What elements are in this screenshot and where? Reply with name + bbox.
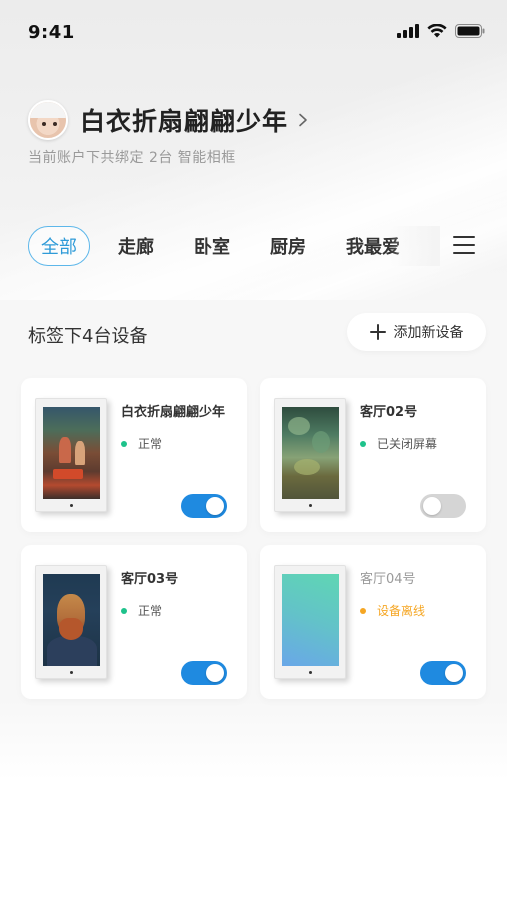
wifi-icon: [427, 24, 447, 38]
tabs-fade: [390, 226, 440, 266]
device-power-toggle[interactable]: [420, 494, 466, 518]
device-status: 设备离线: [360, 602, 425, 619]
device-frame-thumbnail: [274, 398, 346, 512]
device-name: 白衣折扇翩翩少年: [121, 405, 226, 420]
device-card[interactable]: 白衣折扇翩翩少年 正常: [21, 378, 247, 532]
chevron-right-icon[interactable]: [296, 113, 310, 127]
device-name: 客厅04号: [360, 572, 416, 587]
section-title: 标签下4台设备: [28, 326, 148, 347]
device-status-text: 设备离线: [377, 604, 426, 618]
tab-kitchen[interactable]: 厨房: [270, 233, 306, 259]
bottom-background: [0, 700, 507, 900]
device-frame-thumbnail: [35, 565, 107, 679]
menu-icon[interactable]: [453, 236, 475, 256]
status-bar: 9:41: [0, 0, 507, 60]
painting-image: [282, 407, 339, 499]
device-power-toggle[interactable]: [181, 661, 227, 685]
device-status-text: 正常: [138, 604, 163, 618]
profile-name: 白衣折扇翩翩少年: [80, 107, 289, 136]
status-dot: [360, 440, 366, 447]
device-name: 客厅03号: [121, 572, 179, 587]
device-status: 已关闭屏幕: [360, 435, 437, 452]
tab-all[interactable]: 全部: [28, 226, 90, 266]
device-status-text: 已关闭屏幕: [377, 437, 438, 451]
cellular-signal-icon: [397, 24, 419, 38]
device-card[interactable]: 客厅03号 正常: [21, 545, 247, 699]
device-name: 客厅02号: [360, 405, 418, 420]
device-status: 正常: [121, 602, 162, 619]
device-frame-thumbnail: [35, 398, 107, 512]
status-dot: [360, 607, 366, 614]
status-icons: [397, 24, 485, 38]
device-status: 正常: [121, 435, 162, 452]
painting-image: [43, 574, 100, 666]
device-frame-thumbnail: [274, 565, 346, 679]
status-dot: [121, 607, 127, 614]
tab-corridor[interactable]: 走廊: [118, 233, 154, 259]
status-dot: [121, 440, 127, 447]
device-power-toggle[interactable]: [181, 494, 227, 518]
device-power-toggle[interactable]: [420, 661, 466, 685]
device-status-text: 正常: [138, 437, 163, 451]
tab-bedroom[interactable]: 卧室: [194, 233, 230, 259]
profile-header[interactable]: 白衣折扇翩翩少年: [28, 100, 310, 140]
device-card[interactable]: 客厅04号 设备离线: [260, 545, 486, 699]
account-description: 当前账户下共绑定 2台 智能相框: [28, 150, 236, 166]
gradient-screen-image: [282, 574, 339, 666]
plus-icon: [369, 324, 386, 340]
status-time: 9:41: [28, 22, 75, 43]
device-card[interactable]: 客厅02号 已关闭屏幕: [260, 378, 486, 532]
battery-icon: [455, 24, 485, 38]
add-device-button[interactable]: 添加新设备: [347, 313, 486, 351]
add-device-label: 添加新设备: [393, 325, 464, 341]
avatar[interactable]: [28, 100, 68, 140]
painting-image: [43, 407, 100, 499]
